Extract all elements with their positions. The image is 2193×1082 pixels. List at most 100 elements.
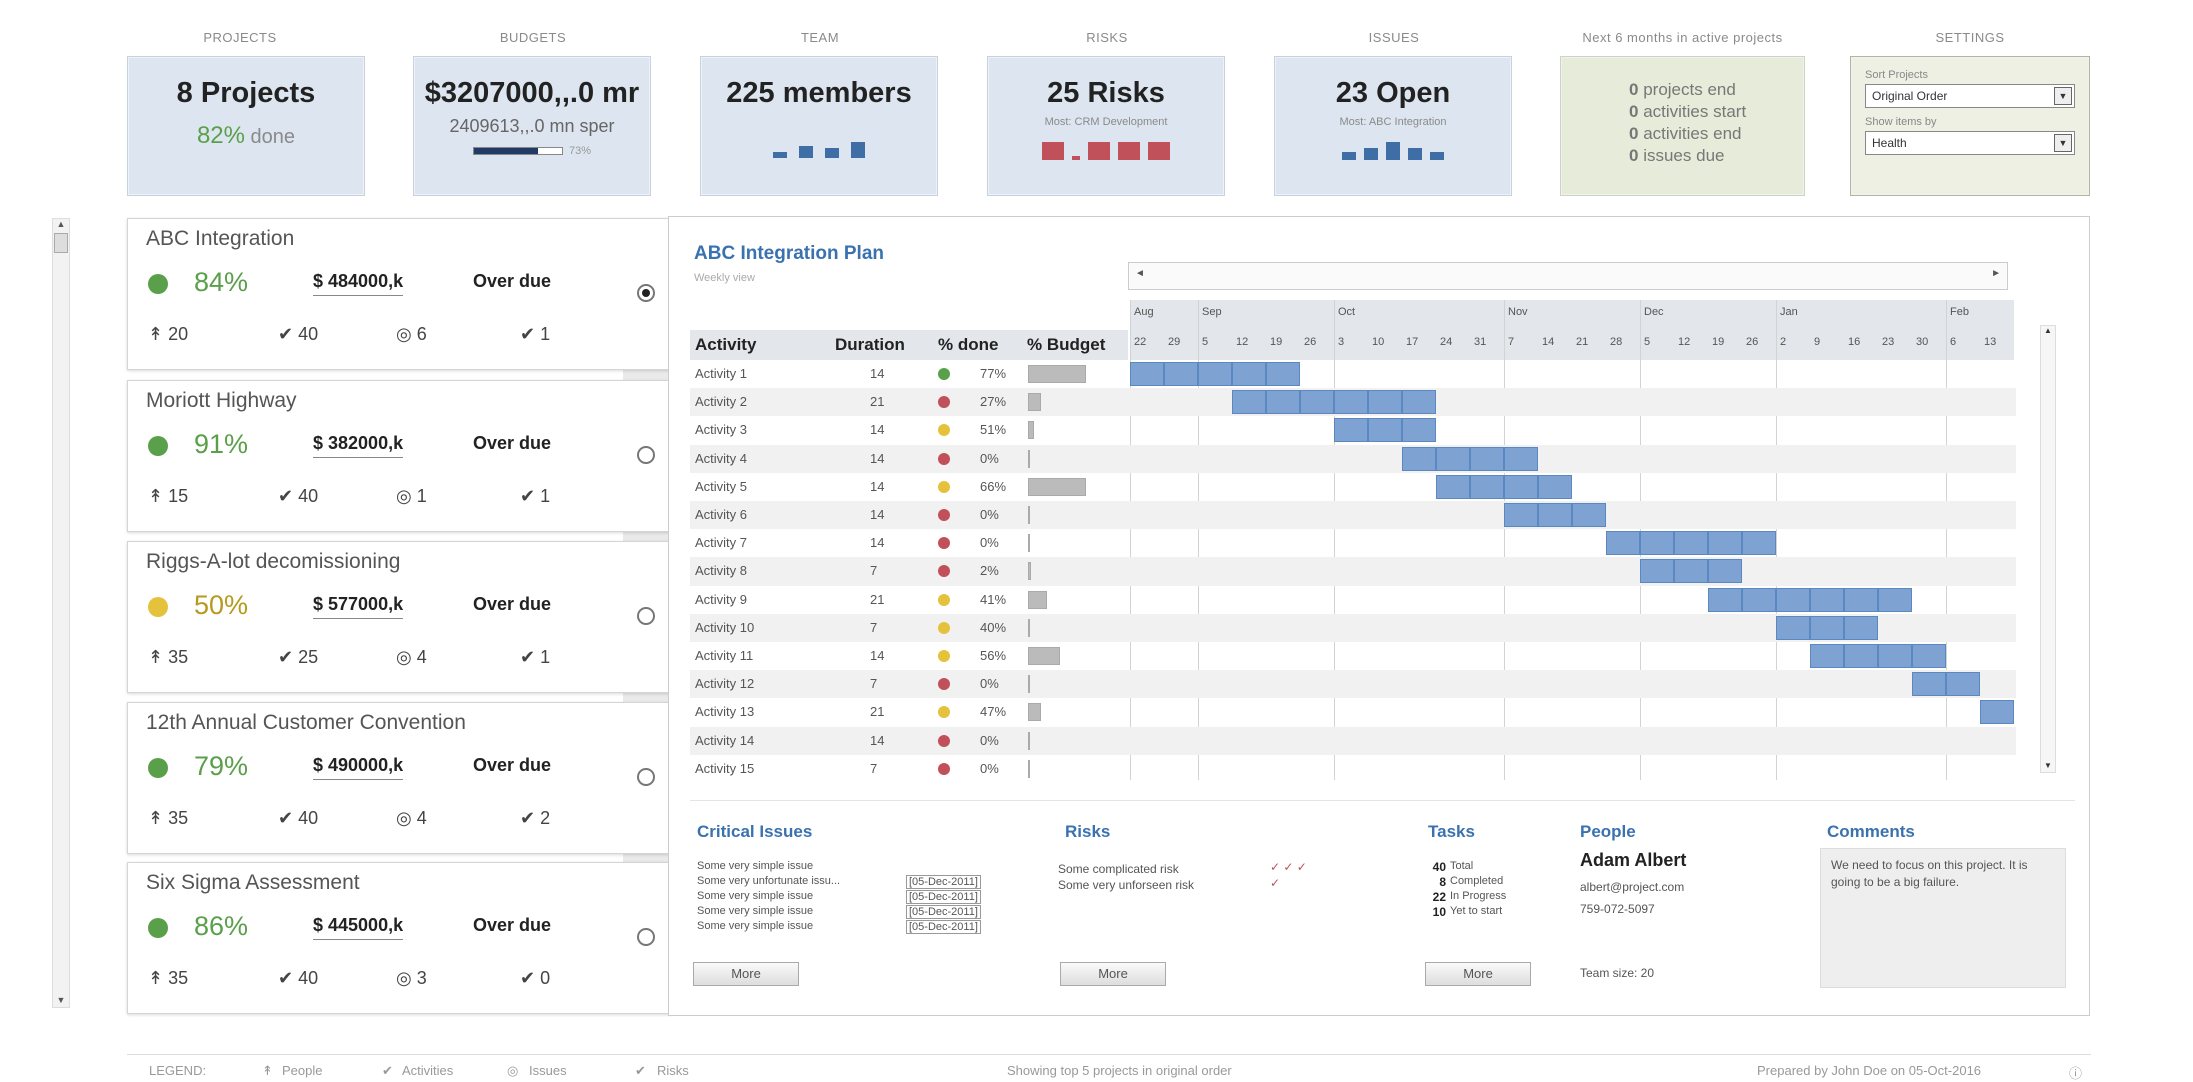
- scroll-right-icon[interactable]: ►: [1991, 268, 2001, 279]
- gantt-bar[interactable]: [1436, 474, 1470, 499]
- show-select[interactable]: Health ▼: [1865, 131, 2075, 155]
- projects-scrollbar[interactable]: ▲ ▼: [52, 218, 70, 1008]
- gantt-bar[interactable]: [1572, 503, 1606, 527]
- gantt-bar[interactable]: [1878, 644, 1912, 668]
- gantt-day-label: 29: [1168, 336, 1181, 348]
- kpi-budgets-card: $3207000,,.0 mr 2409613,,.0 mn sper 73%: [413, 56, 651, 196]
- gantt-bar[interactable]: [1674, 559, 1708, 584]
- gantt-bar[interactable]: [1742, 531, 1776, 556]
- project-card[interactable]: ABC Integration 84% $ 484000,k Over due …: [127, 218, 672, 370]
- gantt-timeline-scroller[interactable]: ◄ ►: [1128, 262, 2008, 290]
- gantt-bar[interactable]: [1776, 615, 1810, 640]
- critical-issue-item[interactable]: Some very simple issue: [697, 905, 813, 917]
- gantt-bar[interactable]: [1708, 531, 1742, 556]
- gantt-bar[interactable]: [1538, 503, 1572, 527]
- gantt-bar[interactable]: [1810, 587, 1844, 612]
- scroll-up-icon[interactable]: ▲: [53, 219, 69, 229]
- project-overdue: Over due: [473, 915, 552, 935]
- critical-more-button[interactable]: More: [693, 962, 799, 986]
- scroll-down-icon[interactable]: ▼: [53, 995, 69, 1005]
- gantt-bar[interactable]: [1640, 531, 1674, 556]
- gantt-bar[interactable]: [1844, 587, 1878, 612]
- gantt-bar[interactable]: [1402, 390, 1436, 415]
- gantt-bar[interactable]: [1504, 446, 1538, 471]
- gantt-bar[interactable]: [1708, 587, 1742, 612]
- gantt-bar[interactable]: [1266, 390, 1300, 415]
- scroll-thumb[interactable]: [54, 233, 68, 253]
- gantt-bar[interactable]: [1368, 390, 1402, 415]
- chevron-down-icon[interactable]: ▼: [2054, 134, 2072, 152]
- comments-box[interactable]: We need to focus on this project. It is …: [1820, 848, 2066, 988]
- gantt-bar[interactable]: [1504, 503, 1538, 527]
- budget-bar: [1028, 421, 1035, 440]
- project-select-radio[interactable]: [637, 768, 655, 786]
- gantt-bar[interactable]: [1606, 531, 1640, 556]
- gantt-bar[interactable]: [1946, 672, 1980, 697]
- gantt-day-label: 16: [1848, 336, 1861, 348]
- gantt-bar[interactable]: [1844, 644, 1878, 668]
- critical-issue-item[interactable]: Some very unfortunate issu...: [697, 875, 840, 887]
- gantt-month-label: Jan: [1780, 306, 1798, 318]
- chevron-down-icon[interactable]: ▼: [2054, 87, 2072, 105]
- gantt-bar[interactable]: [1776, 587, 1810, 612]
- risks-more-button[interactable]: More: [1060, 962, 1166, 986]
- gantt-bar[interactable]: [1640, 559, 1674, 584]
- gantt-bar[interactable]: [1164, 362, 1198, 386]
- gantt-bar[interactable]: [1708, 559, 1742, 584]
- project-card[interactable]: Moriott Highway 91% $ 382000,k Over due …: [127, 380, 672, 532]
- gantt-bar[interactable]: [1334, 418, 1368, 443]
- scroll-left-icon[interactable]: ◄: [1135, 268, 1145, 279]
- gantt-bar[interactable]: [1130, 362, 1164, 386]
- scroll-down-icon[interactable]: ▼: [2041, 761, 2055, 770]
- team-bar: [799, 146, 813, 158]
- gantt-bar[interactable]: [1334, 390, 1368, 415]
- sort-select[interactable]: Original Order ▼: [1865, 84, 2075, 108]
- gantt-bar[interactable]: [1504, 474, 1538, 499]
- project-card[interactable]: 12th Annual Customer Convention 79% $ 49…: [127, 702, 672, 854]
- critical-issue-item[interactable]: Some very simple issue: [697, 920, 813, 932]
- gantt-bar[interactable]: [1674, 531, 1708, 556]
- project-card[interactable]: Riggs-A-lot decomissioning 50% $ 577000,…: [127, 541, 672, 693]
- activity-count: 40: [298, 968, 319, 988]
- status-dot-icon: [938, 480, 950, 493]
- critical-issue-item[interactable]: Some very simple issue: [697, 860, 813, 872]
- project-select-radio[interactable]: [637, 928, 655, 946]
- gantt-day-label: 26: [1746, 336, 1759, 348]
- project-card[interactable]: Six Sigma Assessment 86% $ 445000,k Over…: [127, 862, 672, 1014]
- gantt-bar[interactable]: [1742, 587, 1776, 612]
- kpi-label-projects: PROJECTS: [203, 30, 277, 45]
- col-duration: Duration: [835, 335, 905, 354]
- info-icon[interactable]: ⓘ: [2069, 1063, 2082, 1082]
- gantt-bar[interactable]: [1300, 390, 1334, 415]
- gantt-bar[interactable]: [1912, 644, 1946, 668]
- gantt-bar[interactable]: [1402, 418, 1436, 443]
- person-email[interactable]: albert@project.com: [1580, 880, 1684, 894]
- gantt-bar[interactable]: [1266, 362, 1300, 386]
- gantt-bar[interactable]: [1912, 672, 1946, 697]
- scroll-up-icon[interactable]: ▲: [2041, 326, 2055, 335]
- gantt-bar[interactable]: [1470, 446, 1504, 471]
- critical-issue-date: [05-Dec-2011]: [906, 905, 981, 919]
- gantt-bar[interactable]: [1878, 587, 1912, 612]
- gantt-bar[interactable]: [1232, 362, 1266, 386]
- gantt-bar[interactable]: [1198, 362, 1232, 386]
- activity-duration: 14: [870, 507, 885, 522]
- gantt-bar[interactable]: [1810, 644, 1844, 668]
- tasks-more-button[interactable]: More: [1425, 962, 1531, 986]
- gantt-bar[interactable]: [1810, 615, 1844, 640]
- project-pct: 50%: [194, 590, 249, 620]
- gantt-bar[interactable]: [1436, 446, 1470, 471]
- gantt-bar[interactable]: [1980, 700, 2014, 725]
- gantt-scrollbar[interactable]: ▲ ▼: [2040, 325, 2056, 773]
- gantt-bar[interactable]: [1538, 474, 1572, 499]
- gantt-day-label: 31: [1474, 336, 1487, 348]
- project-select-radio[interactable]: [637, 607, 655, 625]
- gantt-bar[interactable]: [1402, 446, 1436, 471]
- project-select-radio[interactable]: [637, 446, 655, 464]
- gantt-bar[interactable]: [1232, 390, 1266, 415]
- gantt-bar[interactable]: [1368, 418, 1402, 443]
- gantt-bar[interactable]: [1470, 474, 1504, 499]
- gantt-bar[interactable]: [1844, 615, 1878, 640]
- project-select-radio[interactable]: [637, 284, 655, 302]
- critical-issue-item[interactable]: Some very simple issue: [697, 890, 813, 902]
